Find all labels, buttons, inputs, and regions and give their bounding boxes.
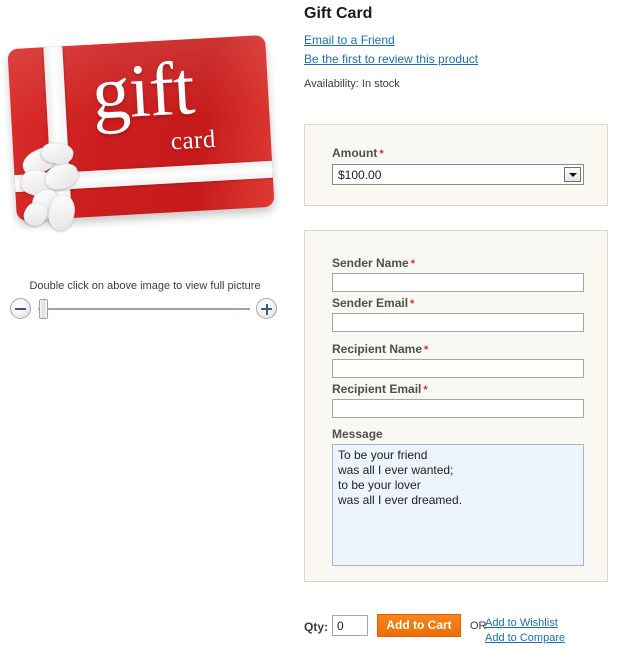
- page-title: Gift Card: [304, 5, 373, 22]
- product-info-column: Gift Card Email to a Friend Be the first…: [296, 0, 640, 648]
- message-textarea[interactable]: [332, 444, 584, 566]
- sender-name-label: Sender Name *: [332, 256, 415, 270]
- availability-value: In stock: [361, 78, 400, 90]
- zoom-slider-handle[interactable]: [39, 299, 48, 319]
- amount-select-value: $100.00: [338, 168, 382, 182]
- chevron-down-icon[interactable]: [564, 167, 581, 182]
- qty-input[interactable]: [332, 615, 368, 636]
- required-marker: *: [410, 298, 415, 310]
- add-to-wishlist-link[interactable]: Add to Wishlist: [485, 617, 558, 629]
- recipient-email-label: Recipient Email *: [332, 382, 428, 396]
- review-product-link[interactable]: Be the first to review this product: [304, 52, 478, 66]
- gift-card-subtitle-text: card: [170, 125, 217, 156]
- recipient-name-input[interactable]: [332, 359, 584, 378]
- gift-card-title-text: gift: [89, 46, 196, 136]
- qty-label: Qty:: [304, 620, 328, 634]
- sender-email-input[interactable]: [332, 313, 584, 332]
- amount-select[interactable]: $100.00: [332, 164, 584, 185]
- zoom-hint-text: Double click on above image to view full…: [29, 280, 261, 292]
- ribbon-bow-icon: [17, 139, 100, 237]
- required-marker: *: [424, 344, 429, 356]
- zoom-slider-track[interactable]: [38, 308, 250, 310]
- recipient-name-label: Recipient Name *: [332, 342, 429, 356]
- product-media-column: gift card Double click on above image to…: [0, 0, 296, 648]
- recipient-email-input[interactable]: [332, 399, 584, 418]
- plus-circle-icon[interactable]: [256, 298, 277, 319]
- gift-card-image[interactable]: gift card: [7, 34, 275, 233]
- product-image-viewer[interactable]: gift card Double click on above image to…: [0, 0, 290, 319]
- product-page: gift card Double click on above image to…: [0, 0, 640, 648]
- add-to-cart-button[interactable]: Add to Cart: [377, 614, 461, 637]
- add-to-compare-link[interactable]: Add to Compare: [485, 632, 565, 644]
- availability-status: Availability: In stock: [304, 78, 400, 90]
- zoom-slider[interactable]: [10, 298, 280, 322]
- message-label: Message: [332, 427, 383, 441]
- minus-circle-icon[interactable]: [10, 298, 31, 319]
- sender-name-input[interactable]: [332, 273, 584, 292]
- email-to-friend-link[interactable]: Email to a Friend: [304, 33, 395, 47]
- availability-label: Availability:: [304, 78, 359, 90]
- sender-email-label: Sender Email *: [332, 296, 415, 310]
- required-marker: *: [423, 384, 428, 396]
- amount-label: Amount *: [332, 146, 384, 160]
- required-marker: *: [410, 258, 415, 270]
- required-marker: *: [379, 148, 384, 160]
